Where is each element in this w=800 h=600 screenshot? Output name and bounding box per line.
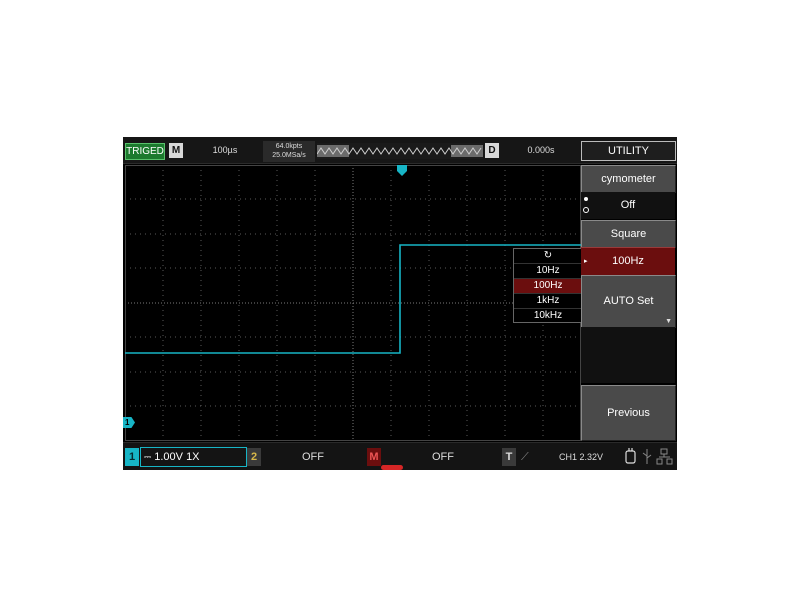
math-number[interactable]: M <box>367 448 381 466</box>
horizontal-position-readout: 0.000s <box>527 145 555 155</box>
waveform-type-button[interactable]: Square <box>581 220 676 248</box>
frequency-value-button[interactable]: ▸ 100Hz <box>581 247 675 275</box>
frequency-option-1khz[interactable]: 1kHz <box>514 293 582 308</box>
top-status-bar: TRIGED M 100µs 64.0kpts 25.0MSa/s D 0.00… <box>123 137 677 164</box>
ch2-number[interactable]: 2 <box>247 448 261 466</box>
frequency-option-100hz[interactable]: 100Hz <box>514 278 582 293</box>
empty-menu-slot <box>581 327 675 383</box>
oscilloscope-screen: TRIGED M 100µs 64.0kpts 25.0MSa/s D 0.00… <box>123 137 677 470</box>
sample-rate: 25.0MSa/s <box>272 152 306 159</box>
acquisition-info: 64.0kpts 25.0MSa/s <box>263 141 315 162</box>
status-icons <box>625 448 673 465</box>
side-menu: cymometer Off Square ▸ 100Hz AUTO Set ▼ … <box>581 164 677 441</box>
frequency-value-text: 100Hz <box>612 255 644 267</box>
trigger-status-badge: TRIGED <box>125 143 165 160</box>
cymometer-button[interactable]: cymometer <box>581 165 676 193</box>
trigger-position-marker <box>397 165 407 176</box>
trigger-label[interactable]: T <box>502 448 516 466</box>
auto-set-button[interactable]: AUTO Set ▼ <box>581 275 676 328</box>
trigger-level: CH1 2.32V <box>558 452 604 462</box>
frequency-popup: ↻ 10Hz 100Hz 1kHz 10kHz <box>513 248 583 323</box>
rotate-knob-icon: ↻ <box>543 250 553 261</box>
ch1-number[interactable]: 1 <box>125 448 139 466</box>
auto-set-label: AUTO Set <box>603 295 654 307</box>
memory-depth: 64.0kpts <box>275 143 303 150</box>
chevron-down-icon: ▼ <box>665 318 672 325</box>
math-status: OFF <box>432 451 454 463</box>
usb-icon <box>642 449 652 464</box>
mode-indicator: M <box>169 143 183 158</box>
cymometer-value[interactable]: Off <box>581 192 675 219</box>
delay-indicator: D <box>485 143 499 158</box>
frequency-option-10khz[interactable]: 10kHz <box>514 308 582 323</box>
cymometer-value-text: Off <box>620 199 636 211</box>
menu-title: UTILITY <box>581 141 676 161</box>
ch1-settings[interactable]: ⎓ 1.00V 1X <box>140 447 247 467</box>
radio-on-icon <box>584 197 588 201</box>
usb-device-icon <box>625 448 636 464</box>
math-indicator-bar <box>381 465 403 470</box>
bottom-status-bar: 1 ⎓ 1.00V 1X 2 OFF M OFF T ⟋ CH1 2.32V <box>123 442 677 470</box>
previous-button[interactable]: Previous <box>581 385 676 441</box>
frequency-option-10hz[interactable]: 10Hz <box>514 263 582 278</box>
rising-edge-icon: ⟋ <box>521 451 529 463</box>
arrow-right-icon: ▸ <box>584 258 588 265</box>
timebase-readout: 100µs <box>212 145 238 155</box>
dc-coupling-icon: ⎓ <box>144 452 152 462</box>
memory-overview-bar <box>317 143 483 159</box>
radio-off-icon <box>583 207 589 213</box>
ch1-probe: 1X <box>186 451 200 463</box>
ch2-status: OFF <box>302 451 324 463</box>
network-icon <box>656 448 673 465</box>
ch1-scale: 1.00V <box>154 451 183 463</box>
